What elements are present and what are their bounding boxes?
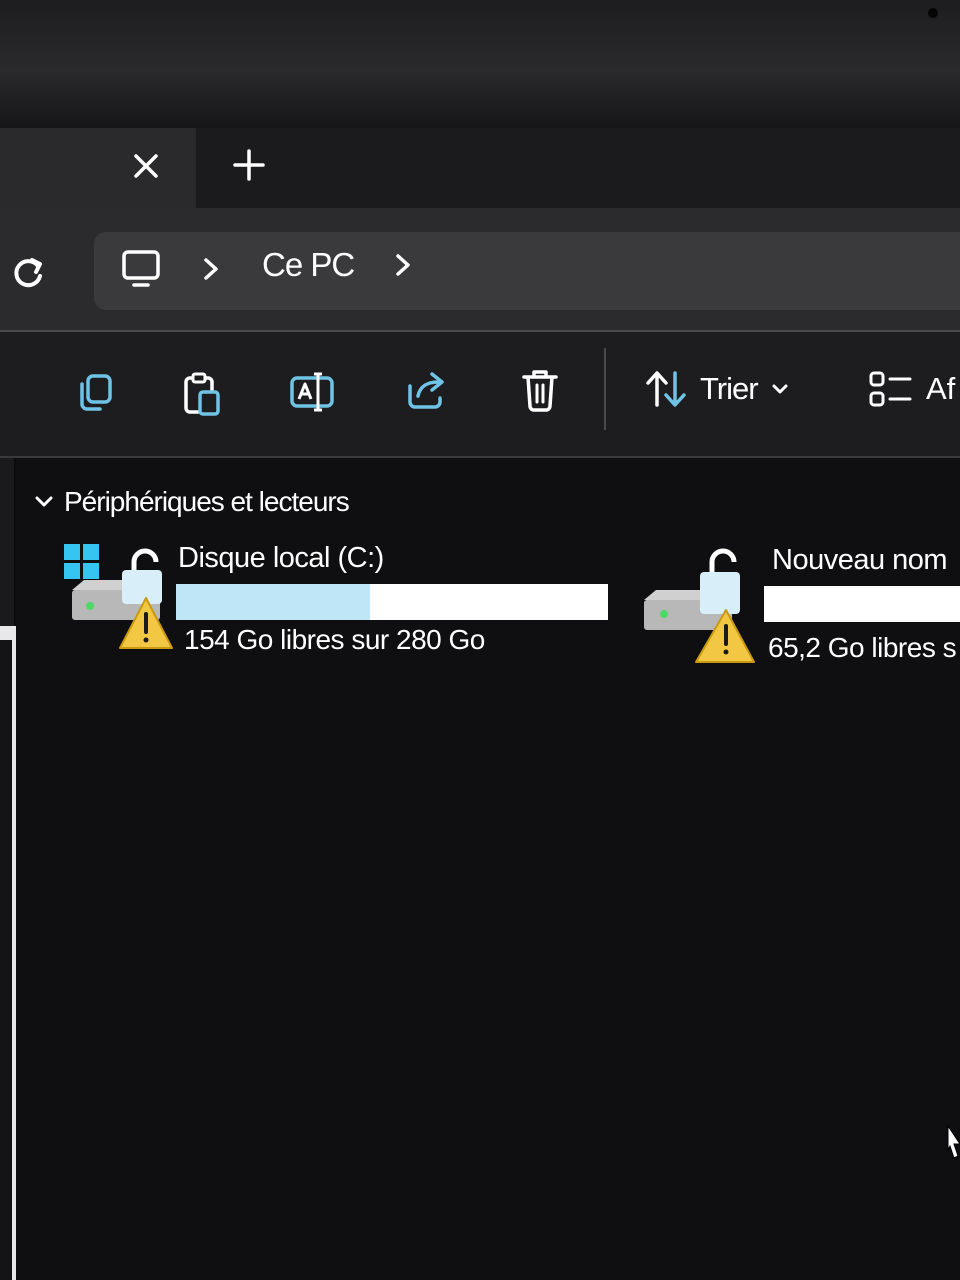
sort-arrows-icon	[646, 371, 686, 407]
new-tab-plus-icon[interactable]	[228, 144, 270, 186]
sort-button[interactable]: Trier	[644, 364, 790, 414]
navigation-pane-inner	[0, 640, 12, 1280]
tab-bar	[0, 128, 960, 210]
drive-name: Disque local (C:)	[178, 542, 384, 574]
view-layout-icon	[869, 371, 912, 407]
drive-usage-bar	[176, 584, 608, 620]
rename-icon[interactable]	[288, 368, 336, 416]
view-button[interactable]: Af	[868, 364, 955, 414]
mouse-cursor-icon	[947, 1124, 960, 1159]
drive-lock-warning-icon	[64, 544, 173, 649]
section-title[interactable]: Périphériques et lecteurs	[64, 486, 350, 518]
monitor-bezel	[0, 0, 960, 128]
drive-item-2[interactable]: Nouveau nom 65,2 Go libres s	[638, 540, 960, 670]
drive-usage-bar	[764, 586, 960, 622]
share-icon[interactable]	[402, 366, 450, 414]
breadcrumb-chevron-icon[interactable]	[390, 248, 416, 282]
breadcrumb-chevron-icon[interactable]	[198, 252, 224, 286]
drive-item-c[interactable]: Disque local (C:) 154 Go libres sur 280 …	[60, 540, 620, 670]
drive-name: Nouveau nom	[772, 544, 948, 576]
copy-icon[interactable]	[72, 368, 120, 416]
toolbar-separator	[604, 348, 606, 430]
section-collapse-icon[interactable]	[32, 490, 56, 514]
drive-usage-fill	[176, 584, 371, 620]
drive-free-space: 65,2 Go libres s	[768, 632, 957, 663]
paste-icon[interactable]	[178, 370, 226, 418]
sort-label: Trier	[700, 371, 759, 406]
drive-free-space: 154 Go libres sur 280 Go	[184, 624, 485, 655]
delete-icon[interactable]	[516, 366, 564, 414]
breadcrumb-location[interactable]: Ce PC	[262, 246, 355, 284]
computer-icon	[122, 250, 160, 287]
chevron-down-icon	[772, 384, 788, 394]
drive-lock-warning-icon	[644, 548, 755, 663]
command-bar	[0, 332, 960, 458]
active-tab[interactable]	[0, 128, 196, 210]
close-icon[interactable]	[126, 146, 166, 186]
view-label: Af	[926, 371, 956, 406]
bezel-dot	[928, 8, 938, 18]
refresh-icon[interactable]	[8, 252, 48, 292]
